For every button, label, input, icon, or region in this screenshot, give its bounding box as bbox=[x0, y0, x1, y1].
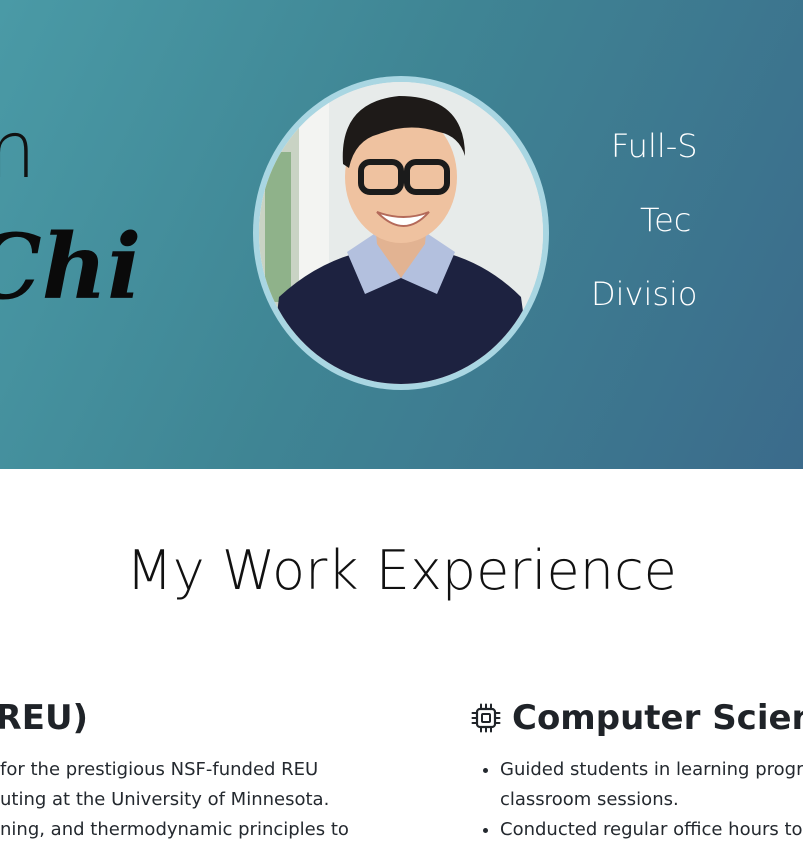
list-item: Guided students in learning progra class… bbox=[500, 755, 803, 815]
role-item: Divisio bbox=[591, 275, 698, 313]
job-title: Computer Scienc bbox=[470, 698, 803, 739]
job-bullets: Guided students in learning progra class… bbox=[470, 755, 803, 845]
hero-greeting: m bbox=[0, 112, 37, 190]
list-item: Conducted regular office hours to bbox=[500, 815, 803, 845]
bullet-text: Guided students in learning progra bbox=[500, 758, 803, 780]
avatar bbox=[259, 82, 543, 384]
hero-banner: m Chi Full-S Tec Divis bbox=[0, 0, 803, 469]
list-item: uting at the University of Minnesota. bbox=[0, 788, 330, 810]
job-title: (REU) bbox=[0, 698, 350, 739]
section-title: My Work Experience bbox=[126, 539, 677, 602]
list-item: ning, and thermodynamic principles to bbox=[0, 818, 349, 840]
job-bullets: for the prestigious NSF-funded REU uting… bbox=[0, 755, 350, 845]
chip-icon bbox=[471, 703, 501, 733]
role-item: Tec bbox=[640, 201, 692, 239]
job-title-text: (REU) bbox=[0, 698, 89, 738]
profile-photo bbox=[259, 82, 543, 384]
hero-surname: Chi bbox=[0, 214, 142, 320]
bullet-text: classroom sessions. bbox=[500, 788, 679, 810]
role-item: Full-S bbox=[611, 127, 698, 165]
list-item: for the prestigious NSF-funded REU bbox=[0, 758, 319, 780]
job-card: (REU) for the prestigious NSF-funded REU… bbox=[0, 698, 350, 845]
job-card: Computer Scienc Guided students in learn… bbox=[470, 698, 803, 845]
job-title-text: Computer Scienc bbox=[512, 698, 803, 738]
